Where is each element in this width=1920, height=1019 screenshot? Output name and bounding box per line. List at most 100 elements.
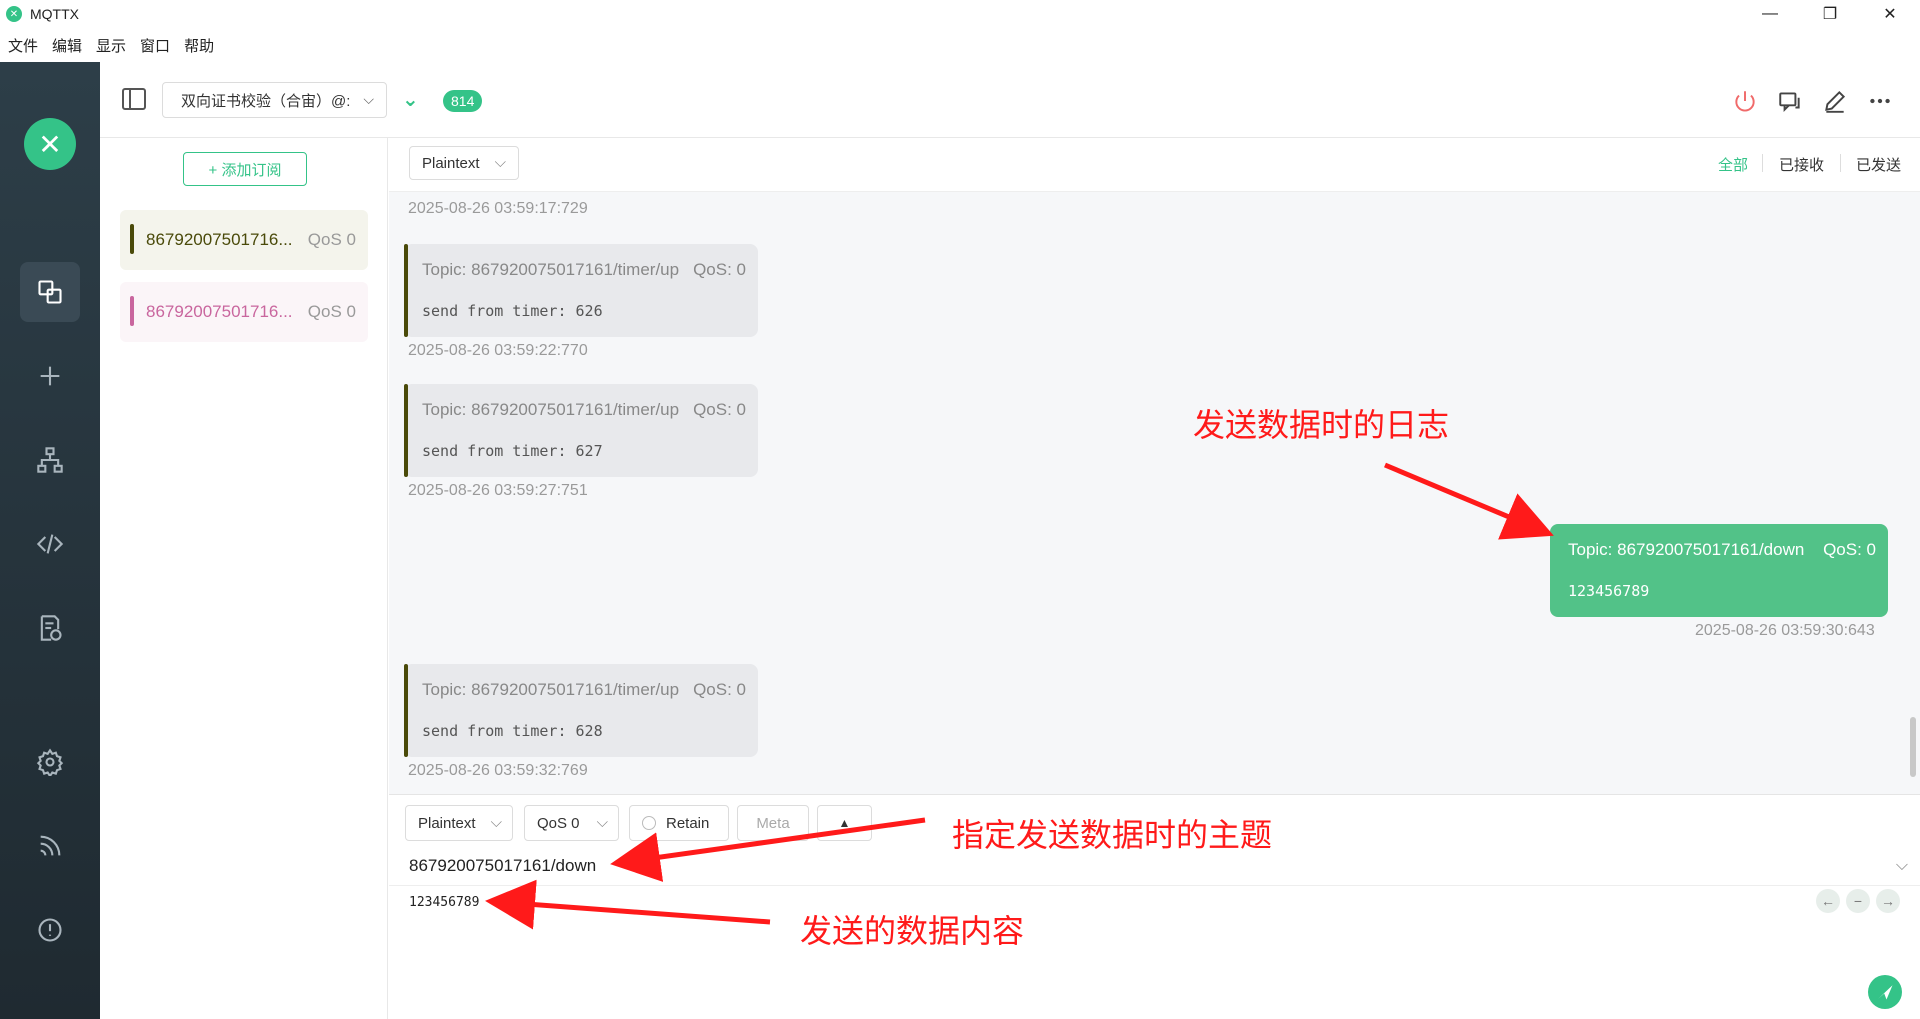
chevron-down-icon: ⌵ <box>596 814 608 831</box>
message-color-bar <box>404 244 408 337</box>
menu-help[interactable]: 帮助 <box>184 35 214 56</box>
filter-all-tab[interactable]: 全部 <box>1718 154 1748 175</box>
expand-up-icon[interactable]: ▲ <box>817 805 872 841</box>
message-qos: QoS: 0 <box>1823 540 1876 559</box>
filter-sent-tab[interactable]: 已发送 <box>1856 154 1901 175</box>
retain-label: Retain <box>666 814 710 832</box>
radio-icon <box>642 816 656 830</box>
minimize-button[interactable]: — <box>1740 0 1800 28</box>
sidebar-toggle-icon[interactable] <box>122 88 146 110</box>
send-button[interactable] <box>1868 975 1902 1009</box>
connection-header: 双向证书校验（合宙）@: ⌵ ⌄ 814 <box>100 62 1920 138</box>
settings-icon[interactable] <box>20 732 80 792</box>
meta-button[interactable]: Meta <box>737 805 809 841</box>
message-timestamp: 2025-08-26 03:59:17:729 <box>408 200 588 217</box>
connections-icon[interactable] <box>20 262 80 322</box>
received-message[interactable]: Topic: 867920075017161/timer/up QoS: 0 s… <box>404 384 758 477</box>
double-chevron-down-icon[interactable]: ⌄ <box>402 90 422 110</box>
connection-select[interactable]: 双向证书校验（合宙）@: ⌵ <box>162 82 387 118</box>
message-timestamp: 2025-08-26 03:59:32:769 <box>408 762 588 779</box>
message-scrollbar[interactable] <box>1910 717 1916 777</box>
chevron-down-icon: ⌵ <box>363 91 374 107</box>
history-next-icon[interactable]: → <box>1876 889 1900 913</box>
message-toolbar: Plaintext ⌵ 全部 已接收 已发送 <box>389 138 1920 192</box>
more-options-icon[interactable] <box>1865 86 1895 116</box>
disconnect-power-icon[interactable] <box>1730 86 1760 116</box>
chevron-down-icon: ⌵ <box>494 154 506 171</box>
log-icon[interactable] <box>20 598 80 658</box>
message-payload: 123456789 <box>1568 582 1650 600</box>
message-timestamp: 2025-08-26 03:59:30:643 <box>1695 622 1875 639</box>
subscription-item[interactable]: 86792007501716... QoS 0 <box>120 282 368 342</box>
subscription-color-bar <box>130 296 134 326</box>
chat-icon[interactable] <box>1775 86 1805 116</box>
publish-format-select[interactable]: Plaintext ⌵ <box>405 805 513 841</box>
menu-edit[interactable]: 编辑 <box>52 35 82 56</box>
message-qos: QoS: 0 <box>693 260 746 279</box>
feed-icon[interactable] <box>20 816 80 876</box>
message-topic: Topic: 867920075017161/timer/up <box>422 400 680 419</box>
message-topic: Topic: 867920075017161/timer/up <box>422 260 680 279</box>
subscription-qos: QoS 0 <box>307 230 356 249</box>
subscription-topic: 86792007501716... <box>146 302 293 321</box>
message-list[interactable]: 2025-08-26 03:59:17:729 Topic: 867920075… <box>389 192 1920 794</box>
divider <box>1840 154 1841 172</box>
filter-received-tab[interactable]: 已接收 <box>1779 154 1824 175</box>
publish-qos-select[interactable]: QoS 0 ⌵ <box>524 805 619 841</box>
about-icon[interactable] <box>20 900 80 960</box>
message-payload: send from timer: 626 <box>422 302 603 320</box>
publish-payload-input[interactable]: 123456789 <box>409 895 479 910</box>
menu-window[interactable]: 窗口 <box>140 35 170 56</box>
script-icon[interactable] <box>20 514 80 574</box>
chevron-down-icon[interactable]: ⌵ <box>1896 857 1908 875</box>
subscription-topic: 86792007501716... <box>146 230 293 249</box>
message-payload: send from timer: 627 <box>422 442 603 460</box>
message-qos: QoS: 0 <box>693 400 746 419</box>
payload-format-select[interactable]: Plaintext ⌵ <box>409 146 519 180</box>
divider <box>389 885 1920 886</box>
received-message[interactable]: Topic: 867920075017161/timer/up QoS: 0 s… <box>404 664 758 757</box>
new-connection-icon[interactable] <box>20 346 80 406</box>
history-previous-icon[interactable]: ← <box>1816 889 1840 913</box>
menu-view[interactable]: 显示 <box>96 35 126 56</box>
subscription-item[interactable]: 86792007501716... QoS 0 <box>120 210 368 270</box>
message-color-bar <box>404 664 408 757</box>
connection-name: 双向证书校验（合宙）@: <box>181 92 351 110</box>
chevron-down-icon: ⌵ <box>490 814 502 831</box>
payload-format-value: Plaintext <box>422 154 480 172</box>
publish-format-value: Plaintext <box>418 814 476 832</box>
add-subscription-button[interactable]: + 添加订阅 <box>183 152 307 186</box>
message-topic: Topic: 867920075017161/down <box>1568 540 1805 559</box>
subscription-color-bar <box>130 224 134 254</box>
menu-file[interactable]: 文件 <box>8 35 38 56</box>
maximize-button[interactable]: ❐ <box>1800 0 1860 28</box>
history-clear-icon[interactable]: − <box>1846 889 1870 913</box>
message-qos: QoS: 0 <box>693 680 746 699</box>
mqttx-logo-icon: ✕ <box>24 118 76 170</box>
divider <box>1762 154 1763 172</box>
left-nav: ✕ <box>0 62 100 1019</box>
topology-icon[interactable] <box>20 430 80 490</box>
message-count-badge: 814 <box>443 90 483 112</box>
subscription-qos: QoS 0 <box>307 302 356 321</box>
close-button[interactable]: ✕ <box>1860 0 1920 28</box>
window-title: MQTTX <box>30 6 79 22</box>
message-timestamp: 2025-08-26 03:59:27:751 <box>408 482 588 499</box>
menu-bar: 文件 编辑 显示 窗口 帮助 <box>0 28 1920 62</box>
annotation-log-label: 发送数据时的日志 <box>1193 406 1450 444</box>
retain-toggle[interactable]: Retain <box>629 805 729 841</box>
message-topic: Topic: 867920075017161/timer/up <box>422 680 680 699</box>
edit-icon[interactable] <box>1820 86 1850 116</box>
received-message[interactable]: Topic: 867920075017161/timer/up QoS: 0 s… <box>404 244 758 337</box>
subscriptions-panel: + 添加订阅 86792007501716... QoS 0 867920075… <box>100 138 388 1019</box>
message-payload: send from timer: 628 <box>422 722 603 740</box>
title-bar: ✕ MQTTX — ❐ ✕ <box>0 0 1920 28</box>
annotation-payload-label: 发送的数据内容 <box>800 912 1025 950</box>
message-timestamp: 2025-08-26 03:59:22:770 <box>408 342 588 359</box>
publish-qos-value: QoS 0 <box>537 814 580 832</box>
app-logo-icon: ✕ <box>6 6 22 22</box>
sent-message[interactable]: Topic: 867920075017161/down QoS: 0 12345… <box>1550 524 1888 617</box>
send-icon <box>1878 985 1893 1000</box>
message-color-bar <box>404 384 408 477</box>
annotation-topic-label: 指定发送数据时的主题 <box>952 816 1273 854</box>
